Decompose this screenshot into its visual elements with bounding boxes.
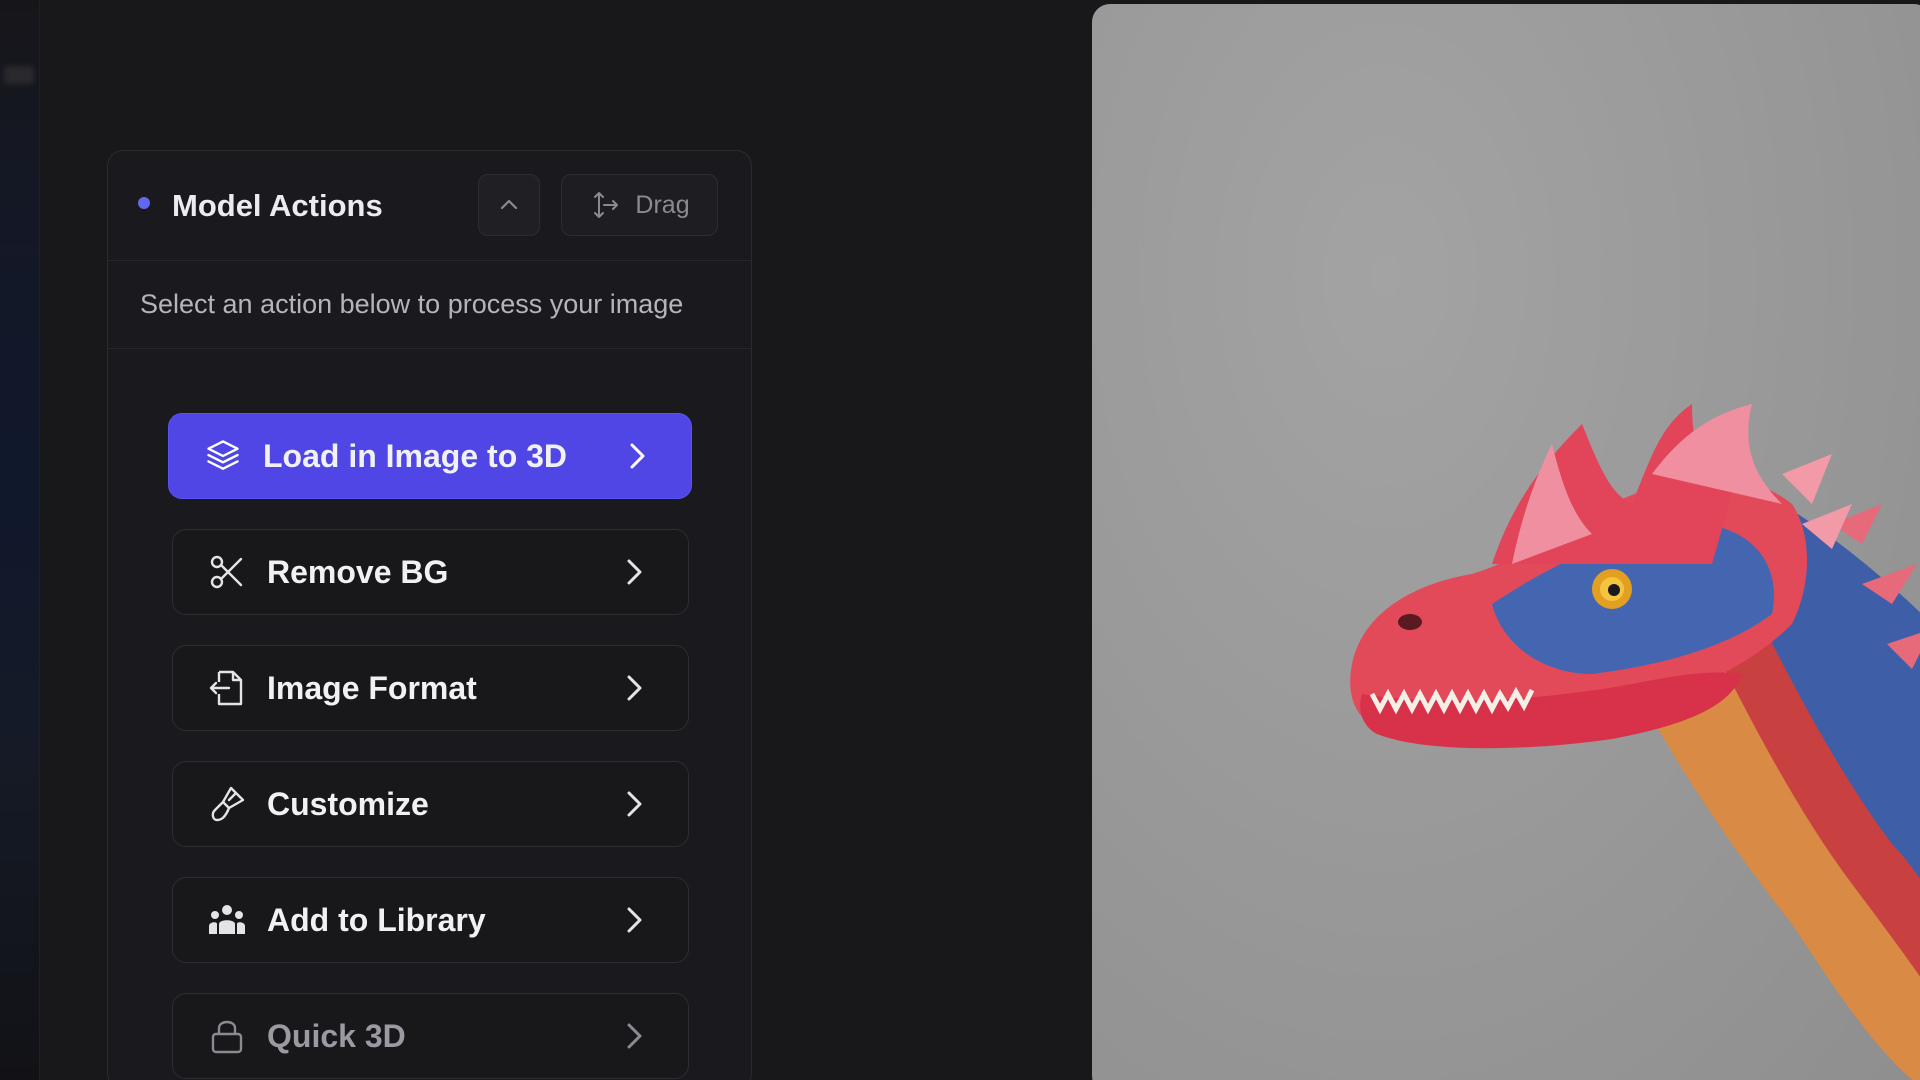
file-export-icon: [207, 668, 247, 708]
lock-icon: [207, 1016, 247, 1056]
action-label: Load in Image to 3D: [263, 437, 568, 474]
action-label: Customize: [267, 785, 429, 822]
chevron-right-icon: [620, 906, 648, 934]
chevron-right-icon: [620, 790, 648, 818]
image-preview[interactable]: [1092, 4, 1920, 1080]
action-label: Quick 3D: [267, 1017, 406, 1054]
load-image-to-3d-button[interactable]: Load in Image to 3D: [168, 413, 692, 499]
collapse-button[interactable]: [478, 174, 540, 236]
left-sidebar-strip: [0, 0, 40, 1080]
drag-label: Drag: [635, 190, 690, 219]
chevron-right-icon: [620, 674, 648, 702]
layers-icon: [203, 436, 243, 476]
scissors-icon: [207, 552, 247, 592]
sidebar-blurred-item: [4, 66, 34, 84]
panel-subtitle: Select an action below to process your i…: [108, 261, 751, 349]
status-dot: [138, 196, 150, 209]
action-label: Add to Library: [267, 901, 486, 938]
chevron-right-icon: [620, 558, 648, 586]
panel-title: Model Actions: [172, 187, 383, 223]
panel-header: Model Actions Drag: [108, 151, 751, 261]
chevron-right-icon: [620, 1022, 648, 1050]
paintbrush-icon: [207, 784, 247, 824]
image-format-button[interactable]: Image Format: [172, 645, 689, 731]
customize-button[interactable]: Customize: [172, 761, 689, 847]
chevron-right-icon: [623, 442, 651, 470]
action-label: Remove BG: [267, 553, 449, 590]
users-icon: [207, 900, 247, 940]
dinosaur-image: [1350, 404, 1920, 1080]
action-label: Image Format: [267, 669, 477, 706]
drag-move-icon: [594, 192, 619, 218]
quick-3d-button[interactable]: Quick 3D: [172, 993, 689, 1079]
remove-bg-button[interactable]: Remove BG: [172, 529, 689, 615]
add-to-library-button[interactable]: Add to Library: [172, 877, 689, 963]
model-actions-panel: Model Actions Drag Select an action belo…: [107, 150, 752, 1080]
actions-list: Load in Image to 3D Remove BG Image Form…: [168, 413, 694, 1080]
drag-handle-button[interactable]: Drag: [561, 174, 718, 236]
chevron-up-icon: [500, 199, 518, 210]
